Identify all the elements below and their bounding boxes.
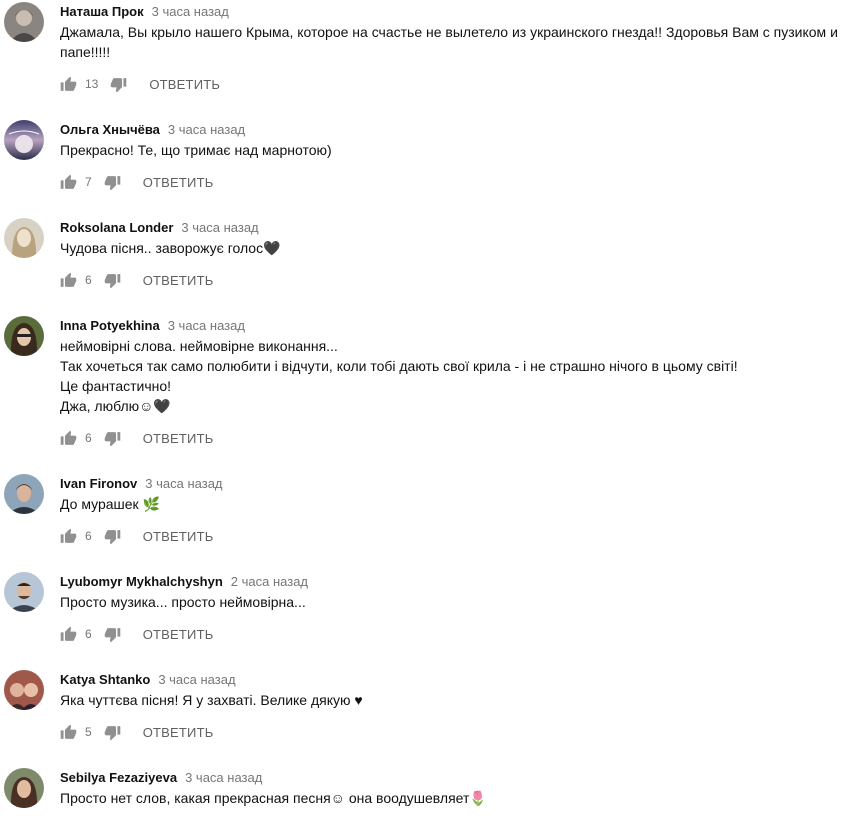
like-count: 7 <box>85 175 92 189</box>
reply-button[interactable]: ОТВЕТИТЬ <box>143 273 214 288</box>
avatar[interactable] <box>4 120 44 160</box>
comment-text: До мурашек 🌿 <box>60 494 850 514</box>
thumbs-down-icon[interactable] <box>110 76 127 93</box>
comment-timestamp[interactable]: 3 часа назад <box>152 4 229 19</box>
comment: Katya Shtanko 3 часа назад Яка чуттєва пі… <box>0 668 858 748</box>
like-count: 6 <box>85 273 92 287</box>
author-name[interactable]: Ivan Fironov <box>60 476 137 491</box>
thumbs-down-icon[interactable] <box>104 174 121 191</box>
comment: Ольга Хнычёва 3 часа назад Прекрасно! Те,… <box>0 118 858 198</box>
comment-text-line: Чудова пісня.. заворожує голос🖤 <box>60 240 281 256</box>
author-name[interactable]: Sebilya Fezaziyeva <box>60 770 177 785</box>
comment-actions: 6 ОТВЕТИТЬ <box>60 625 213 643</box>
reply-button[interactable]: ОТВЕТИТЬ <box>143 529 214 544</box>
comment-actions: 6 ОТВЕТИТЬ <box>60 271 213 289</box>
reply-button[interactable]: ОТВЕТИТЬ <box>149 77 220 92</box>
comment-text-line: Так хочеться так само полюбити і відчути… <box>60 358 738 374</box>
thumbs-up-icon[interactable] <box>60 76 77 93</box>
comment-timestamp[interactable]: 3 часа назад <box>168 122 245 137</box>
reply-button[interactable]: ОТВЕТИТЬ <box>143 431 214 446</box>
comment-text: неймовірні слова. неймовірне виконання..… <box>60 336 850 416</box>
avatar[interactable] <box>4 218 44 258</box>
comments-section: Наташа Прок 3 часа назад Джамала, Вы крыл… <box>0 0 858 819</box>
comment: Roksolana Londer 3 часа назад Чудова пісн… <box>0 216 858 296</box>
thumbs-down-icon[interactable] <box>104 528 121 545</box>
comment-timestamp[interactable]: 3 часа назад <box>185 770 262 785</box>
like-count: 6 <box>85 627 92 641</box>
comment-actions: 5 ОТВЕТИТЬ <box>60 723 213 741</box>
comment: Наташа Прок 3 часа назад Джамала, Вы крыл… <box>0 0 858 98</box>
like-count: 6 <box>85 529 92 543</box>
thumbs-up-icon[interactable] <box>60 272 77 289</box>
avatar[interactable] <box>4 2 44 42</box>
reply-button[interactable]: ОТВЕТИТЬ <box>143 627 214 642</box>
comment-text: Просто музика... просто неймовірна... <box>60 592 850 612</box>
thumbs-up-icon[interactable] <box>60 430 77 447</box>
avatar[interactable] <box>4 474 44 514</box>
author-name[interactable]: Katya Shtanko <box>60 672 150 687</box>
avatar[interactable] <box>4 768 44 808</box>
comment-text-line: Це фантастично! <box>60 378 172 394</box>
comment: Sebilya Fezaziyeva 3 часа назад Просто не… <box>0 766 858 819</box>
thumbs-down-icon[interactable] <box>104 272 121 289</box>
like-count: 5 <box>85 725 92 739</box>
comment-actions: 13 ОТВЕТИТЬ <box>60 75 220 93</box>
comment-text-line: Просто нет слов, какая прекрасная песня☺… <box>60 790 487 806</box>
avatar[interactable] <box>4 670 44 710</box>
author-name[interactable]: Наташа Прок <box>60 4 144 19</box>
comment-text-line: До мурашек 🌿 <box>60 496 160 512</box>
comment-text-line: Джа, люблю☺🖤 <box>60 398 171 414</box>
like-count: 13 <box>85 77 99 91</box>
comment-text-line: Прекрасно! Те, що тримає над марнотою) <box>60 142 332 158</box>
comment-text-line: неймовірні слова. неймовірне виконання..… <box>60 338 338 354</box>
comment-timestamp[interactable]: 3 часа назад <box>145 476 222 491</box>
comment: Ivan Fironov 3 часа назад До мурашек 🌿 6 … <box>0 472 858 552</box>
comment-text: Прекрасно! Те, що тримає над марнотою) <box>60 140 850 160</box>
thumbs-down-icon[interactable] <box>104 724 121 741</box>
comment-text: Джамала, Вы крыло нашего Крыма, которое … <box>60 22 850 62</box>
comment-actions: 6 ОТВЕТИТЬ <box>60 527 213 545</box>
comment-text: Чудова пісня.. заворожує голос🖤 <box>60 238 850 258</box>
reply-button[interactable]: ОТВЕТИТЬ <box>143 175 214 190</box>
avatar[interactable] <box>4 316 44 356</box>
thumbs-up-icon[interactable] <box>60 626 77 643</box>
like-count: 6 <box>85 431 92 445</box>
comment-text-line: Просто музика... просто неймовірна... <box>60 594 306 610</box>
comment-text-line: Джамала, Вы крыло нашего Крыма, которое … <box>60 24 838 40</box>
comment-timestamp[interactable]: 2 часа назад <box>231 574 308 589</box>
comment: Lyubomyr Mykhalchyshyn 2 часа назад Прост… <box>0 570 858 650</box>
comment: Inna Potyekhina 3 часа назад неймовірні с… <box>0 314 858 454</box>
comment-actions: 7 ОТВЕТИТЬ <box>60 173 213 191</box>
thumbs-up-icon[interactable] <box>60 528 77 545</box>
comment-actions: 6 ОТВЕТИТЬ <box>60 429 213 447</box>
comment-text: Яка чуттєва пісня! Я у захваті. Велике д… <box>60 690 850 710</box>
author-name[interactable]: Lyubomyr Mykhalchyshyn <box>60 574 223 589</box>
thumbs-down-icon[interactable] <box>104 430 121 447</box>
thumbs-up-icon[interactable] <box>60 724 77 741</box>
thumbs-down-icon[interactable] <box>104 626 121 643</box>
comment-timestamp[interactable]: 3 часа назад <box>168 318 245 333</box>
reply-button[interactable]: ОТВЕТИТЬ <box>143 725 214 740</box>
author-name[interactable]: Ольга Хнычёва <box>60 122 160 137</box>
comment-text: Просто нет слов, какая прекрасная песня☺… <box>60 788 850 808</box>
comment-timestamp[interactable]: 3 часа назад <box>158 672 235 687</box>
thumbs-up-icon[interactable] <box>60 174 77 191</box>
comment-timestamp[interactable]: 3 часа назад <box>181 220 258 235</box>
comment-text-line: Яка чуттєва пісня! Я у захваті. Велике д… <box>60 692 363 708</box>
comment-text-line: папе!!!!! <box>60 44 111 60</box>
author-name[interactable]: Roksolana Londer <box>60 220 173 235</box>
avatar[interactable] <box>4 572 44 612</box>
author-name[interactable]: Inna Potyekhina <box>60 318 160 333</box>
